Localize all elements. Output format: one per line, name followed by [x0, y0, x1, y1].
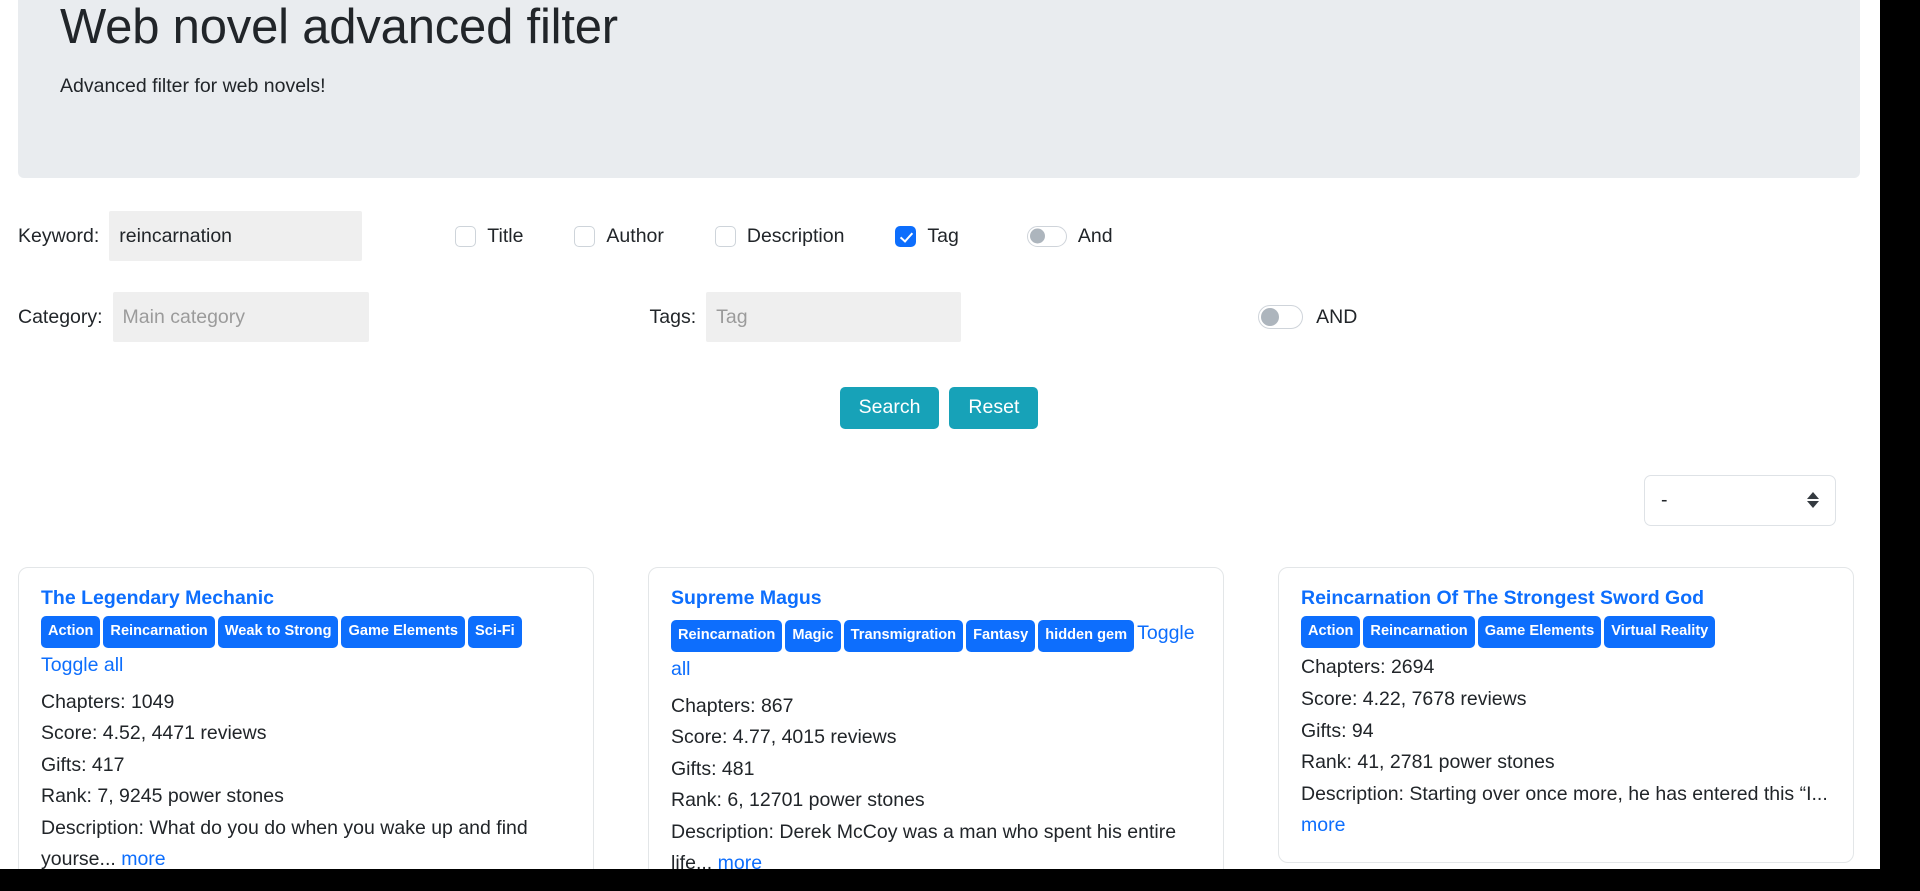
checkbox-description-label: Description — [746, 224, 845, 247]
tag-chip[interactable]: Game Elements — [1477, 615, 1602, 649]
rank-field: Rank: 41, 2781 power stones — [1301, 751, 1555, 774]
page-subtitle: Advanced filter for web novels! — [60, 75, 326, 98]
gifts-field: Gifts: 94 — [1301, 719, 1374, 742]
tag-chip[interactable]: Action — [1301, 615, 1361, 649]
tag-chip[interactable]: Magic — [785, 619, 841, 653]
chapters-field: Chapters: 2694 — [1301, 656, 1435, 679]
keyword-scope-checkboxes: Title Author Description Tag And — [455, 224, 1113, 248]
window-chrome-bottom — [0, 869, 1920, 891]
description-ellipsis: ... — [99, 848, 116, 871]
checkbox-description-box[interactable] — [714, 225, 736, 247]
sort-row: - — [18, 474, 1860, 526]
tag-chip[interactable]: Reincarnation — [1363, 615, 1475, 649]
more-link[interactable]: more — [1301, 814, 1345, 836]
sort-select-value: - — [1661, 488, 1668, 511]
tags-and-toggle[interactable]: AND — [1258, 305, 1357, 329]
gifts-field: Gifts: 417 — [41, 753, 125, 776]
chapters-field: Chapters: 1049 — [41, 690, 175, 713]
keyword-row: Keyword: Title Author Description — [18, 211, 1860, 261]
tags-label: Tags: — [649, 305, 697, 328]
tag-chip[interactable]: Reincarnation — [671, 619, 783, 653]
checkbox-title-label: Title — [487, 224, 524, 247]
more-link[interactable]: more — [121, 848, 165, 870]
novel-title-link[interactable]: The Legendary Mechanic — [41, 586, 571, 610]
description-text: Description: Starting over once more, he… — [1301, 782, 1812, 805]
checkbox-author[interactable]: Author — [574, 224, 664, 248]
results-list: The Legendary Mechanic Action Reincarnati… — [0, 566, 1880, 891]
keyword-label: Keyword: — [18, 224, 100, 247]
tag-list: Action Reincarnation Weak to Strong Game El… — [41, 615, 571, 683]
tag-chip[interactable]: Virtual Reality — [1604, 615, 1716, 649]
reset-button[interactable]: Reset — [949, 387, 1039, 429]
tag-chip[interactable]: Reincarnation — [103, 615, 215, 649]
tag-chip[interactable]: Sci-Fi — [468, 615, 522, 649]
keyword-and-toggle[interactable]: And — [1026, 224, 1113, 248]
checkbox-tag-label: Tag — [927, 224, 959, 247]
chevron-updown-icon — [1807, 492, 1819, 508]
keyword-and-label: And — [1077, 224, 1113, 247]
page-title: Web novel advanced filter — [60, 0, 618, 54]
description-field: Description: Starting over once more, he… — [1301, 779, 1831, 842]
description-ellipsis: ... — [1811, 782, 1828, 805]
checkbox-tag[interactable]: Tag — [895, 224, 959, 248]
score-field: Score: 4.77, 4015 reviews — [671, 726, 897, 749]
score-field: Score: 4.22, 7678 reviews — [1301, 687, 1527, 710]
novel-title-link[interactable]: Supreme Magus — [671, 586, 1201, 610]
score-field: Score: 4.52, 4471 reviews — [41, 722, 267, 745]
checkbox-author-box[interactable] — [574, 225, 596, 247]
tags-and-label: AND — [1316, 305, 1358, 328]
toggle-switch-icon[interactable] — [1258, 305, 1304, 329]
tags-input[interactable] — [706, 292, 962, 342]
window-chrome-right — [1880, 0, 1920, 891]
page-content: Web novel advanced filter Advanced filte… — [0, 0, 1880, 891]
rank-field: Rank: 7, 9245 power stones — [41, 785, 284, 808]
checkbox-description[interactable]: Description — [714, 224, 845, 248]
toggle-all-link[interactable]: Toggle all — [41, 654, 123, 676]
category-input[interactable] — [112, 292, 369, 342]
category-tags-row: Category: Tags: AND — [18, 292, 1860, 342]
checkbox-tag-box[interactable] — [895, 225, 917, 247]
search-input[interactable] — [109, 211, 363, 261]
app-viewport: Web novel advanced filter Advanced filte… — [0, 0, 1920, 891]
checkbox-title-box[interactable] — [455, 225, 477, 247]
tag-list: Action Reincarnation Game Elements Virtual … — [1301, 615, 1831, 649]
tag-list: Reincarnation Magic Transmigration Fantasy h… — [671, 616, 1201, 687]
result-card[interactable]: The Legendary Mechanic Action Reincarnati… — [18, 566, 594, 891]
toggle-switch-icon[interactable] — [1026, 225, 1067, 247]
form-actions: Search Reset — [18, 387, 1860, 429]
result-card[interactable]: Reincarnation Of The Strongest Sword God… — [1278, 566, 1854, 863]
tag-chip[interactable]: hidden gem — [1038, 619, 1135, 653]
checkbox-title[interactable]: Title — [455, 225, 523, 248]
novel-title-link[interactable]: Reincarnation Of The Strongest Sword God — [1301, 586, 1831, 610]
description-field: Description: What do you do when you wak… — [41, 813, 571, 876]
tag-chip[interactable]: Weak to Strong — [217, 615, 339, 649]
tag-chip[interactable]: Game Elements — [341, 615, 465, 649]
rank-field: Rank: 6, 12701 power stones — [671, 789, 925, 812]
search-button[interactable]: Search — [839, 387, 940, 429]
checkbox-author-label: Author — [606, 224, 664, 247]
chapters-field: Chapters: 867 — [671, 694, 794, 717]
gifts-field: Gifts: 481 — [671, 757, 755, 780]
sort-select[interactable]: - — [1644, 474, 1836, 526]
result-card[interactable]: Supreme Magus Reincarnation Magic Transmig… — [648, 566, 1224, 891]
filter-form: Keyword: Title Author Description — [0, 211, 1880, 526]
tag-chip[interactable]: Fantasy — [966, 619, 1036, 653]
category-label: Category: — [18, 305, 103, 328]
tag-chip[interactable]: Action — [41, 615, 101, 649]
tag-chip[interactable]: Transmigration — [843, 619, 964, 653]
page-header-banner: Web novel advanced filter Advanced filte… — [18, 0, 1860, 178]
